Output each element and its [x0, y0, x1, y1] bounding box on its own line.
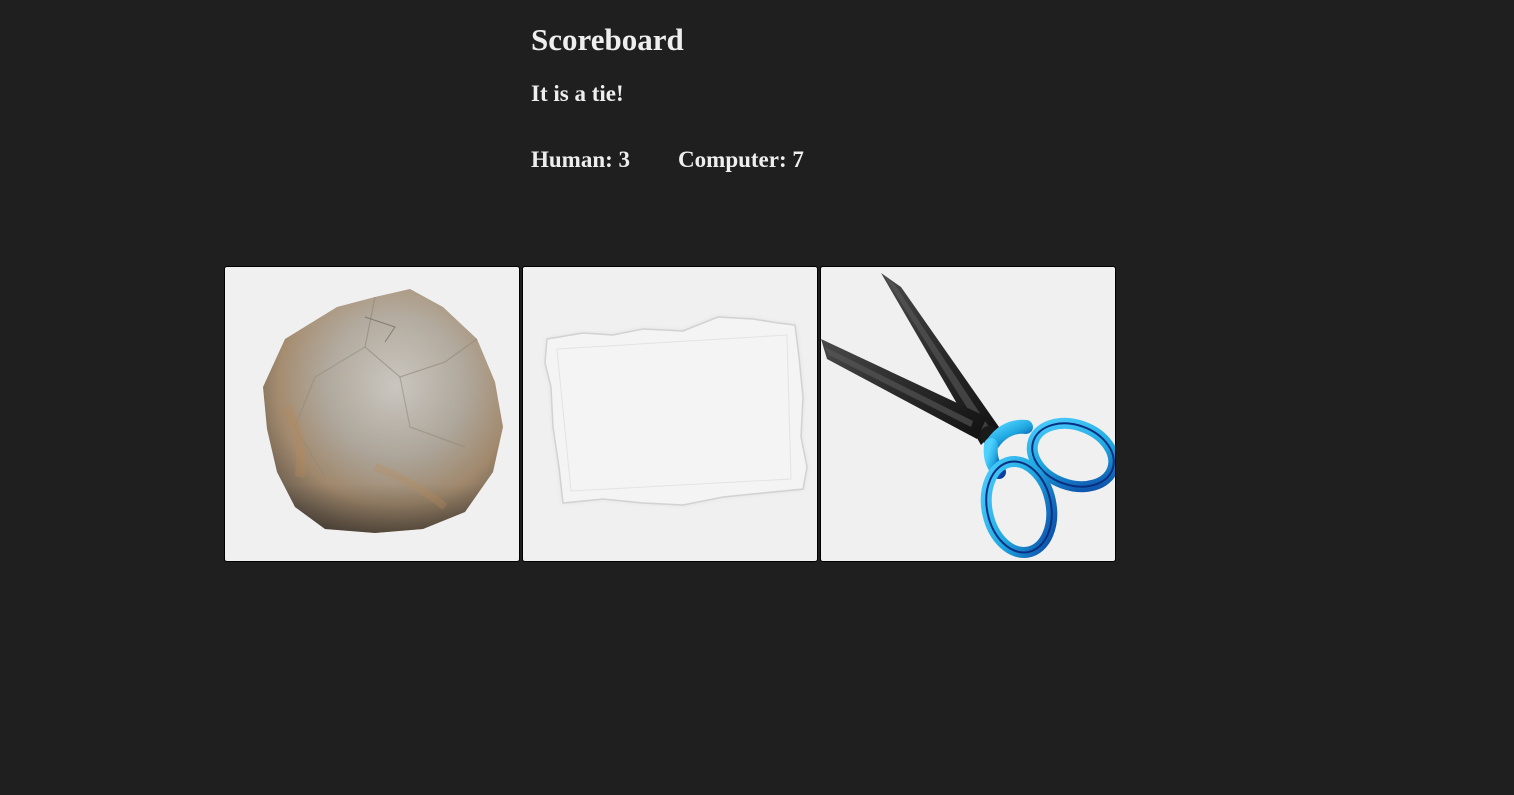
human-score: Human: 3 — [531, 147, 631, 172]
score-row: Human: 3 Computer: 7 — [531, 147, 804, 173]
paper-icon — [544, 316, 808, 506]
scissors-icon — [821, 273, 1115, 558]
scoreboard-title: Scoreboard — [531, 22, 684, 57]
scissors-button[interactable] — [820, 266, 1116, 562]
paper-button[interactable] — [522, 266, 818, 562]
rock-button[interactable] — [224, 266, 520, 562]
choice-buttons — [224, 266, 1116, 562]
round-result: It is a tie! — [531, 81, 624, 106]
scoreboard: Scoreboard It is a tie! Human: 3 Computer… — [531, 20, 804, 173]
computer-score: Computer: 7 — [678, 147, 804, 172]
rock-icon — [263, 289, 503, 533]
